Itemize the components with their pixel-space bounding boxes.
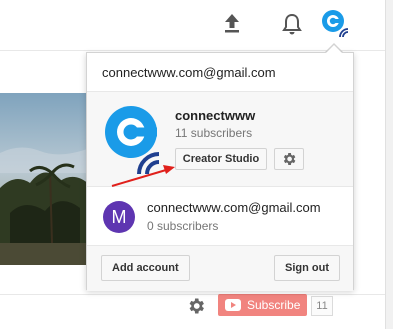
account-menu: connectwww.com@gmail.com connectwww 11 s… — [86, 52, 354, 291]
add-account-button[interactable]: Add account — [101, 255, 190, 281]
notifications-bell-icon[interactable] — [282, 12, 302, 36]
channel-subscriber-count: 11 subscribers — [175, 126, 253, 140]
subscribe-label: Subscribe — [247, 298, 301, 312]
sign-out-button[interactable]: Sign out — [274, 255, 340, 281]
channel-settings-icon[interactable] — [186, 296, 206, 316]
account-menu-footer: Add account Sign out — [87, 245, 353, 291]
divider — [0, 294, 386, 295]
avatar: M — [103, 201, 135, 233]
dropdown-caret-fill — [326, 45, 342, 53]
settings-button[interactable] — [274, 148, 304, 170]
other-account-subscribers: 0 subscribers — [147, 219, 219, 233]
current-channel-section: connectwww 11 subscribers Creator Studio — [87, 91, 353, 186]
channel-logo-icon[interactable] — [103, 104, 165, 176]
gear-icon — [283, 153, 296, 165]
youtube-play-icon — [225, 299, 241, 311]
other-account-email: connectwww.com@gmail.com — [147, 200, 321, 215]
subscriber-count-badge: 11 — [311, 296, 333, 316]
channel-name: connectwww — [175, 108, 256, 123]
switch-account-item[interactable]: M connectwww.com@gmail.com 0 subscribers — [87, 186, 353, 245]
subscribe-button[interactable]: Subscribe — [218, 294, 307, 316]
channel-banner-image — [0, 93, 90, 265]
upload-icon[interactable] — [222, 12, 242, 34]
scrollbar[interactable] — [385, 0, 393, 329]
account-avatar-icon[interactable] — [320, 8, 350, 38]
creator-studio-button[interactable]: Creator Studio — [175, 148, 267, 170]
account-email: connectwww.com@gmail.com — [102, 65, 276, 80]
